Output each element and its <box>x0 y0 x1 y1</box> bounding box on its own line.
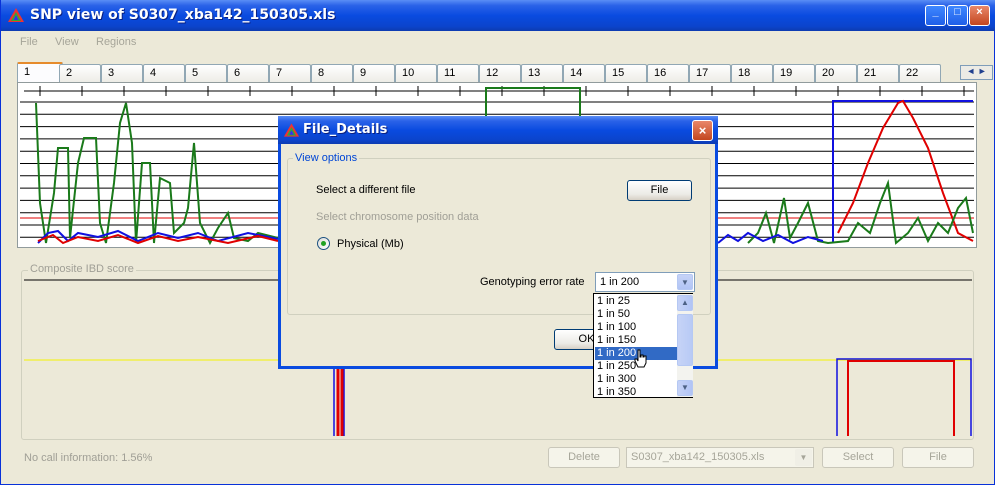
dropdown-scrollbar[interactable]: ▲ ▼ <box>677 294 693 397</box>
select-button[interactable]: Select <box>822 447 894 468</box>
ibd-blue-segment-2 <box>836 358 972 436</box>
dialog-file-button[interactable]: File <box>627 180 692 201</box>
file-combo[interactable]: S0307_xba142_150305.xls ▼ <box>626 447 814 468</box>
error-rate-value: 1 in 200 <box>600 276 640 288</box>
tab-chromosome-14[interactable]: 14 <box>563 64 605 83</box>
dialog-close-button[interactable]: × <box>692 120 713 141</box>
tab-chromosome-13[interactable]: 13 <box>521 64 563 83</box>
chromosome-position-label: Select chromosome position data <box>316 211 479 223</box>
app-triangle-icon <box>283 123 300 137</box>
tab-chromosome-4[interactable]: 4 <box>143 64 185 83</box>
tab-chromosome-8[interactable]: 8 <box>311 64 353 83</box>
tab-chromosome-19[interactable]: 19 <box>773 64 815 83</box>
title-bar[interactable]: SNP view of S0307_xba142_150305.xls _ □ … <box>1 0 995 31</box>
menu-regions[interactable]: Regions <box>96 36 136 48</box>
dropdown-option[interactable]: 1 in 150 <box>595 334 677 347</box>
no-call-status: No call information: 1.56% <box>24 452 153 464</box>
tab-chromosome-2[interactable]: 2 <box>59 64 101 83</box>
tab-chromosome-18[interactable]: 18 <box>731 64 773 83</box>
ibd-red-segment-3 <box>847 360 955 436</box>
tab-chromosome-1[interactable]: 1 <box>17 62 63 83</box>
chevron-down-icon[interactable]: ▼ <box>795 449 812 466</box>
tab-chromosome-16[interactable]: 16 <box>647 64 689 83</box>
tab-chromosome-21[interactable]: 21 <box>857 64 899 83</box>
select-file-label: Select a different file <box>316 184 416 196</box>
app-triangle-icon <box>8 8 24 22</box>
tab-scroll-arrows[interactable]: ◄ ► <box>960 65 993 80</box>
dropdown-option[interactable]: 1 in 100 <box>595 321 677 334</box>
tab-chromosome-11[interactable]: 11 <box>437 64 479 83</box>
scroll-up-icon[interactable]: ▲ <box>677 295 693 311</box>
tab-chromosome-3[interactable]: 3 <box>101 64 143 83</box>
window-title: SNP view of S0307_xba142_150305.xls <box>30 7 336 23</box>
dialog-title: File_Details <box>303 122 388 137</box>
tab-chromosome-7[interactable]: 7 <box>269 64 311 83</box>
tab-chromosome-20[interactable]: 20 <box>815 64 857 83</box>
dropdown-option[interactable]: 1 in 300 <box>595 373 677 386</box>
green-signal-left <box>35 102 279 246</box>
blue-signal-right <box>717 231 824 245</box>
file-combo-value: S0307_xba142_150305.xls <box>631 451 765 463</box>
tab-chromosome-17[interactable]: 17 <box>689 64 731 83</box>
scroll-down-icon[interactable]: ▼ <box>677 380 693 396</box>
tab-chromosome-12[interactable]: 12 <box>479 64 521 83</box>
view-options-legend: View options <box>293 152 360 164</box>
dropdown-option[interactable]: 1 in 350 <box>595 386 677 399</box>
menu-view[interactable]: View <box>55 36 79 48</box>
chromosome-tabs: 1 2 3 4 5 6 7 8 9 10 11 12 13 14 15 16 17 18 19 20 21 22 ◄ ► <box>17 62 993 83</box>
menu-file[interactable]: File <box>20 36 38 48</box>
dropdown-option[interactable]: 1 in 25 <box>595 295 677 308</box>
physical-label: Physical (Mb) <box>337 238 404 250</box>
hand-cursor-icon <box>634 349 647 368</box>
minimize-button[interactable]: _ <box>925 5 946 26</box>
tab-chromosome-6[interactable]: 6 <box>227 64 269 83</box>
tab-chromosome-10[interactable]: 10 <box>395 64 437 83</box>
physical-radio[interactable] <box>317 237 330 250</box>
dropdown-option[interactable]: 1 in 50 <box>595 308 677 321</box>
error-rate-dropdown[interactable]: ▲ ▼ 1 in 25 1 in 50 1 in 100 1 in 150 1 in 2… <box>593 293 693 398</box>
tab-chromosome-15[interactable]: 15 <box>605 64 647 83</box>
scroll-thumb[interactable] <box>677 314 693 366</box>
tab-chromosome-5[interactable]: 5 <box>185 64 227 83</box>
dialog-title-bar[interactable]: File_Details × <box>278 116 718 144</box>
tab-chromosome-9[interactable]: 9 <box>353 64 395 83</box>
chevron-down-icon[interactable]: ▼ <box>677 274 693 290</box>
delete-button[interactable]: Delete <box>548 447 620 468</box>
tab-chromosome-22[interactable]: 22 <box>899 64 941 83</box>
file-button[interactable]: File <box>902 447 974 468</box>
error-rate-select[interactable]: 1 in 200 ▼ <box>595 272 695 292</box>
error-rate-label: Genotyping error rate <box>480 276 585 288</box>
maximize-button[interactable]: □ <box>947 5 968 26</box>
menu-bar: File View Regions <box>4 31 993 53</box>
close-button[interactable]: × <box>969 5 990 26</box>
